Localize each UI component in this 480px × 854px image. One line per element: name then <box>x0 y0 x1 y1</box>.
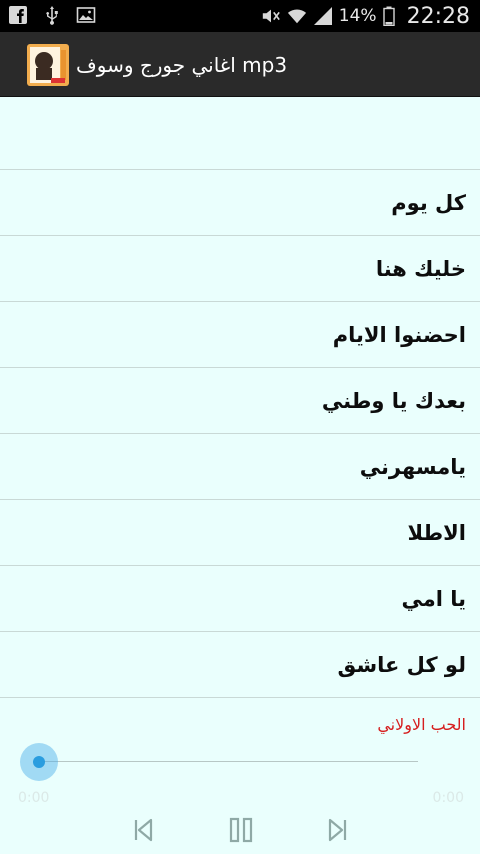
list-header-spacer <box>0 97 480 170</box>
song-item-7[interactable]: يا امي <box>0 566 480 632</box>
song-title: احضنوا الايام <box>332 322 466 347</box>
now-playing-title: الحب الاولاني <box>377 715 466 734</box>
app-title: اغاني جورج وسوف mp3 <box>76 53 288 77</box>
status-bar: 14% 22:28 <box>0 0 480 32</box>
previous-icon[interactable] <box>128 815 158 845</box>
pause-icon[interactable] <box>226 815 256 845</box>
song-title: كل يوم <box>391 190 466 215</box>
usb-icon <box>46 6 58 25</box>
next-icon[interactable] <box>323 815 353 845</box>
song-item-2[interactable]: خليك هنا <box>0 236 480 302</box>
song-title: خليك هنا <box>375 256 466 281</box>
seek-thumb[interactable] <box>20 743 58 781</box>
mute-icon <box>262 9 280 23</box>
wifi-icon <box>287 9 306 24</box>
song-item-8[interactable]: لو كل عاشق <box>0 632 480 698</box>
battery-icon <box>382 6 395 26</box>
song-item-5[interactable]: يامسهرني <box>0 434 480 500</box>
song-title: بعدك يا وطني <box>321 388 466 413</box>
song-item-3[interactable]: احضنوا الايام <box>0 302 480 368</box>
song-item-1[interactable]: كل يوم <box>0 170 480 236</box>
image-icon <box>76 7 96 23</box>
song-title: يا امي <box>401 586 466 611</box>
song-item-6[interactable]: الاطلا <box>0 500 480 566</box>
current-time: 0:00 <box>18 790 50 806</box>
battery-percent: 14% <box>338 6 377 26</box>
action-bar: اغاني جورج وسوف mp3 <box>0 32 480 97</box>
song-item-4[interactable]: بعدك يا وطني <box>0 368 480 434</box>
total-time: 0:00 <box>432 790 464 806</box>
app-avatar-icon[interactable] <box>27 44 69 86</box>
song-title: لو كل عاشق <box>337 652 466 677</box>
song-title: الاطلا <box>407 520 466 545</box>
song-title: يامسهرني <box>359 454 466 479</box>
clock: 22:28 <box>406 3 470 29</box>
seek-bar[interactable] <box>38 761 418 762</box>
facebook-icon <box>9 6 27 24</box>
signal-icon <box>313 7 332 25</box>
song-list: كل يوم خليك هنا احضنوا الايام بعدك يا وط… <box>0 97 480 698</box>
